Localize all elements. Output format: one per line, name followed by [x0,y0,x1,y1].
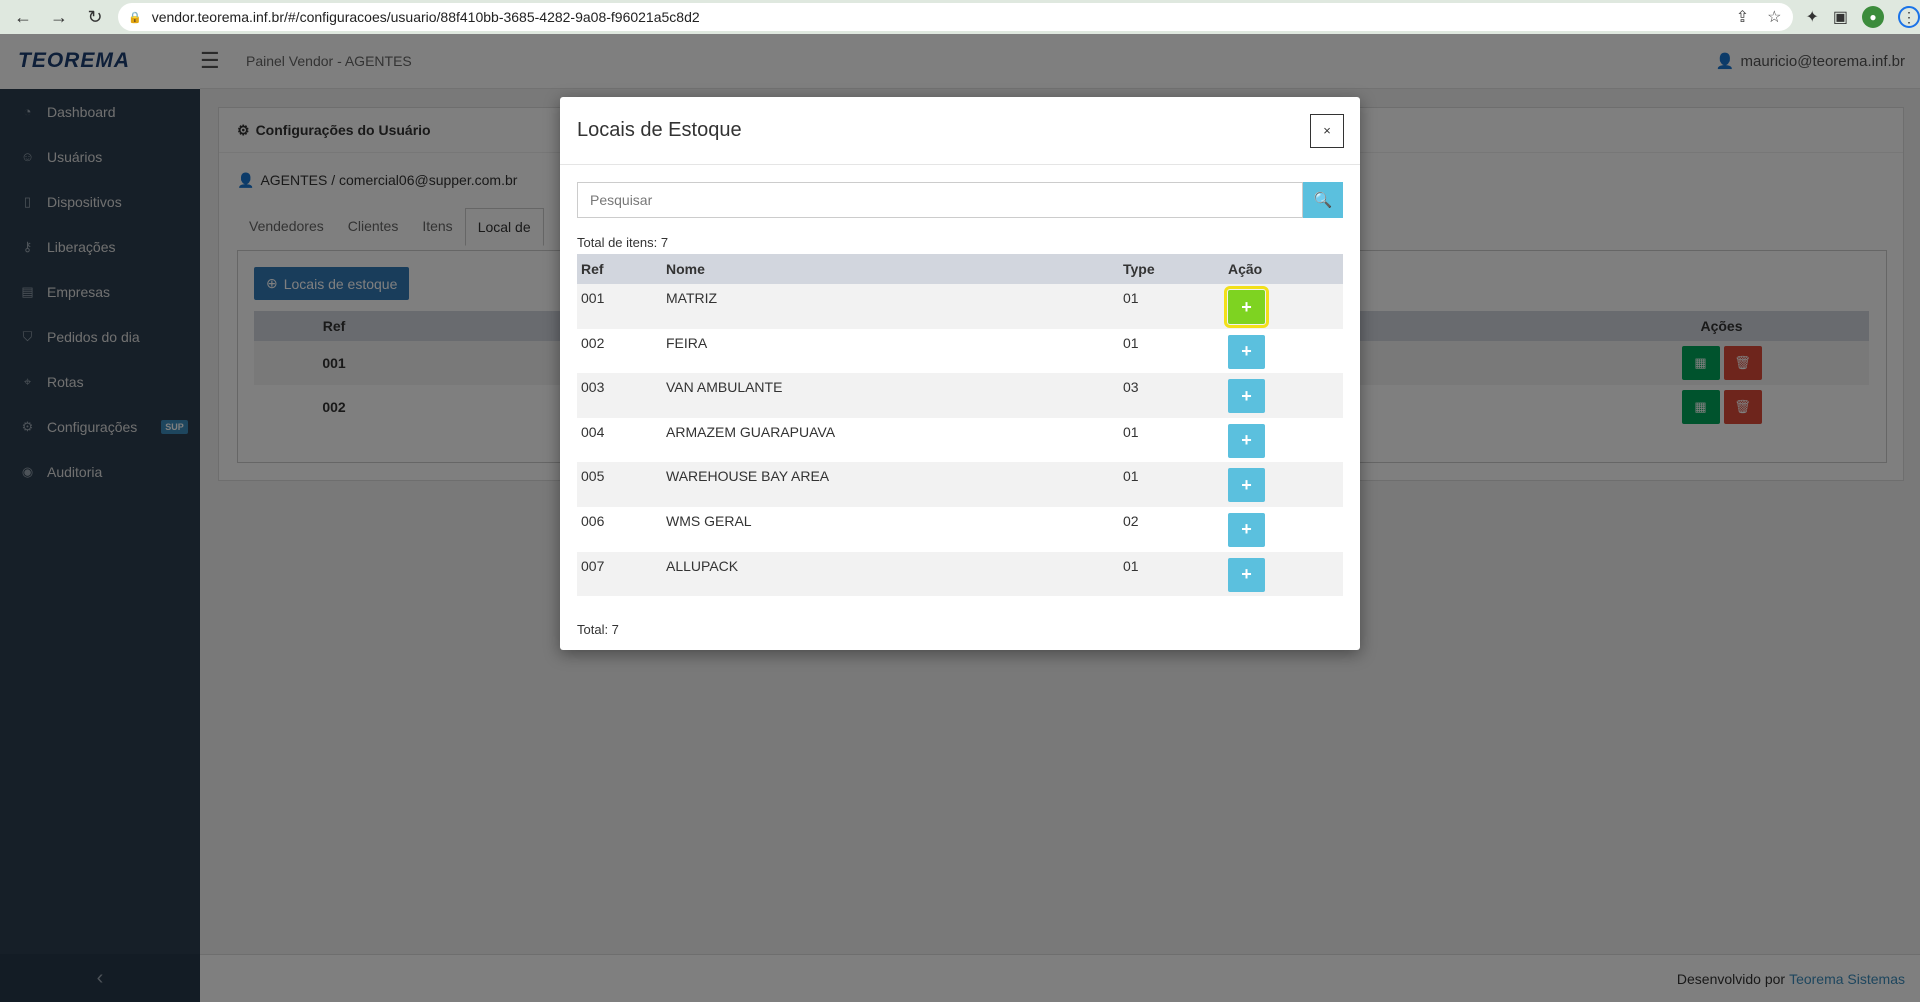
add-button[interactable]: + [1228,334,1265,369]
profile-avatar-icon[interactable]: ● [1862,6,1884,28]
table-row: 004 ARMAZEM GUARAPUAVA 01 + [577,418,1343,463]
browser-menu-icon[interactable]: ⋮ [1898,6,1920,28]
modal-header: Locais de Estoque × [560,97,1360,165]
cell-ref: 007 [581,557,605,574]
cell-ref: 004 [581,423,605,440]
browser-toolbar: ← → ↻ 🔒 vendor.teorema.inf.br/#/configur… [0,0,1920,34]
cell-type: 01 [1123,557,1139,574]
col-nome: Nome [666,261,705,277]
table-row: 001 MATRIZ 01 + [577,284,1343,329]
table-row: 005 WAREHOUSE BAY AREA 01 + [577,462,1343,507]
cell-type: 01 [1123,290,1139,306]
col-ref: Ref [581,261,604,277]
share-icon[interactable]: ⇪ [1736,7,1749,27]
table-row: 003 VAN AMBULANTE 03 + [577,373,1343,418]
add-button[interactable]: + [1228,468,1265,503]
search-button[interactable]: 🔍 [1303,182,1343,218]
extensions-icon[interactable]: ✦ [1805,7,1818,27]
cell-nome: FEIRA [666,334,708,351]
back-icon[interactable]: ← [12,7,34,28]
url-text: vendor.teorema.inf.br/#/configuracoes/us… [151,9,700,25]
cell-nome: ALLUPACK [666,557,739,574]
search-icon: 🔍 [1313,192,1333,209]
add-button[interactable]: + [1228,557,1265,592]
total-count: Total: 7 [577,622,619,637]
table-row: 007 ALLUPACK 01 + [577,551,1343,597]
cell-type: 01 [1123,423,1139,440]
add-button[interactable]: + [1228,512,1265,547]
cell-nome: WAREHOUSE BAY AREA [666,468,830,485]
col-type: Type [1123,261,1155,277]
total-itens: Total de itens: 7 [577,235,669,250]
close-button[interactable]: × [1310,113,1344,148]
lock-icon: 🔒 [128,11,142,24]
cell-type: 01 [1123,334,1139,351]
reload-icon[interactable]: ↻ [84,7,106,28]
cell-ref: 001 [581,290,605,306]
bookmark-star-icon[interactable]: ☆ [1767,7,1781,27]
add-button[interactable]: + [1224,286,1269,328]
cell-ref: 002 [581,334,605,351]
locais-estoque-modal: Locais de Estoque × 🔍 Total de itens: 7 … [560,97,1360,650]
cell-nome: VAN AMBULANTE [666,379,783,396]
search-input[interactable] [577,182,1303,218]
modal-table: Ref Nome Type Ação 001 MATRIZ 01 + 002 F… [577,254,1343,597]
table-row: 006 WMS GERAL 02 + [577,507,1343,552]
modal-backdrop[interactable]: Locais de Estoque × 🔍 Total de itens: 7 … [0,34,1920,1002]
cell-nome: MATRIZ [666,290,718,306]
cell-ref: 006 [581,512,605,529]
cell-ref: 003 [581,379,605,396]
close-icon: × [1323,123,1331,138]
address-bar[interactable]: 🔒 vendor.teorema.inf.br/#/configuracoes/… [118,3,1794,31]
cell-nome: WMS GERAL [666,512,752,529]
forward-icon[interactable]: → [48,7,70,28]
search-row: 🔍 [577,182,1343,218]
cell-ref: 005 [581,468,605,485]
modal-title: Locais de Estoque [577,119,742,141]
cell-type: 03 [1123,379,1139,396]
side-panel-icon[interactable]: ▣ [1833,7,1848,27]
cell-type: 01 [1123,468,1139,485]
add-button[interactable]: + [1228,379,1265,414]
cell-nome: ARMAZEM GUARAPUAVA [666,423,836,440]
table-row: 002 FEIRA 01 + [577,329,1343,374]
col-acao: Ação [1228,261,1263,277]
cell-type: 02 [1123,512,1139,529]
modal-table-header: Ref Nome Type Ação [577,254,1343,284]
add-button[interactable]: + [1228,423,1265,458]
